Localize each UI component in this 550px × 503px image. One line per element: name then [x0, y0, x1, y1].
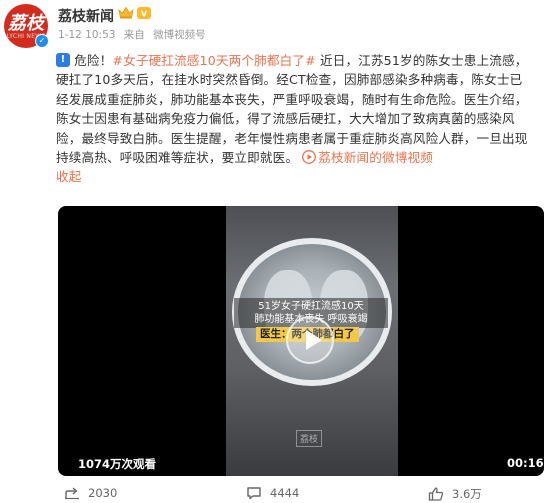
author-name[interactable]: 荔枝新闻 [58, 6, 114, 26]
action-bar: 2030 4444 3.6万 [0, 482, 550, 503]
video-player[interactable]: 51岁女子硬扛流感10天 肺功能基本丧失 呼吸衰竭 医生：两个肺都白了 荔枝 [58, 206, 544, 476]
post-text: 近日，江苏51岁的陈女士患上流感，硬扛了10多天后，在挂水时突然昏倒。经CT检查… [56, 53, 528, 166]
svg-text:V: V [141, 10, 148, 19]
like-count: 3.6万 [452, 487, 482, 501]
share-icon [65, 487, 79, 500]
play-icon [302, 150, 317, 164]
level-icon[interactable]: V [136, 6, 152, 20]
post-source[interactable]: 微博视频号 [153, 29, 206, 41]
video-source-link[interactable]: 荔枝新闻的微博视频 [318, 150, 433, 165]
post-meta: 1-12 10:53 来自 微博视频号 [58, 27, 211, 42]
video-duration: 00:16 [507, 456, 544, 470]
collapse-link[interactable]: 收起 [56, 169, 82, 184]
video-frame: 51岁女子硬扛流感10天 肺功能基本丧失 呼吸衰竭 医生：两个肺都白了 荔枝 [226, 206, 398, 476]
like-button[interactable]: 3.6万 [428, 486, 482, 502]
post-header: 荔枝 LYCHI NEWS ✓ 荔枝新闻 V 1-12 10:53 来自 微博视… [0, 0, 550, 48]
share-count: 2030 [88, 486, 118, 500]
warn-icon [56, 53, 70, 67]
post-prefix: 危险！ [74, 53, 113, 68]
avatar-logo-text: 荔枝 [8, 13, 44, 34]
caption-line-1: 51岁女子硬扛流感10天 [258, 301, 364, 312]
post-date[interactable]: 1-12 10:53 [58, 29, 115, 41]
comment-icon [247, 487, 261, 500]
comment-button[interactable]: 4444 [246, 486, 299, 500]
like-icon [428, 487, 443, 501]
verified-badge-icon: ✓ [35, 34, 49, 48]
post-body: 危险！#女子硬扛流感10天两个肺都白了# 近日，江苏51岁的陈女士患上流感，硬扛… [56, 51, 528, 187]
video-watermark: 荔枝 [296, 430, 323, 447]
crown-icon[interactable] [118, 6, 134, 20]
post-source-prefix: 来自 [123, 29, 145, 41]
comment-count: 4444 [270, 486, 300, 500]
play-button[interactable] [286, 316, 334, 364]
share-button[interactable]: 2030 [64, 486, 117, 500]
view-count: 1074万次观看 [78, 457, 157, 471]
hashtag-link[interactable]: #女子硬扛流感10天两个肺都白了# [112, 53, 315, 68]
